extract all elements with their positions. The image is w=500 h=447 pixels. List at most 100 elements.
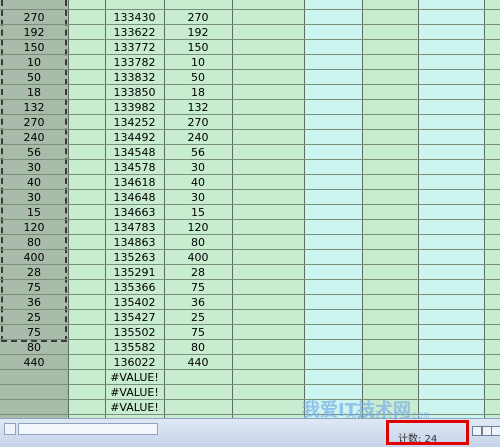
cell-d[interactable]: 150 [164, 40, 232, 55]
table-row: 40 134618 40 [0, 175, 500, 190]
table-row: 18 133850 18 [0, 85, 500, 100]
cell-a[interactable]: 240 [0, 130, 68, 145]
page-break-button[interactable] [491, 426, 500, 436]
table-row [0, 0, 500, 10]
cell-d[interactable] [164, 400, 232, 415]
cell-c[interactable]: 135402 [105, 295, 164, 310]
cell-a[interactable]: 10 [0, 55, 68, 70]
cell-a[interactable]: 120 [0, 220, 68, 235]
cell-d[interactable]: 132 [164, 100, 232, 115]
cell-a[interactable]: 80 [0, 235, 68, 250]
cell-c[interactable]: 134863 [105, 235, 164, 250]
cell-c[interactable]: 133772 [105, 40, 164, 55]
cell-d[interactable]: 40 [164, 175, 232, 190]
cell-d[interactable]: 192 [164, 25, 232, 40]
cell-c[interactable]: 135582 [105, 340, 164, 355]
cell-a[interactable]: 25 [0, 310, 68, 325]
table-row: 10 133782 10 [0, 55, 500, 70]
cell-d[interactable]: 36 [164, 295, 232, 310]
cell-c[interactable]: 134648 [105, 190, 164, 205]
horizontal-scrollbar[interactable] [18, 423, 158, 435]
cell-a[interactable]: 150 [0, 40, 68, 55]
table-row: 240 134492 240 [0, 130, 500, 145]
table-row: 80 134863 80 [0, 235, 500, 250]
cell-a[interactable]: 30 [0, 190, 68, 205]
cell-d[interactable]: 15 [164, 205, 232, 220]
cell-c[interactable]: 134492 [105, 130, 164, 145]
cell-a[interactable]: 50 [0, 70, 68, 85]
cell-a[interactable] [0, 0, 68, 10]
cell-c[interactable]: 134618 [105, 175, 164, 190]
cell-a[interactable]: 40 [0, 175, 68, 190]
normal-view-button[interactable] [472, 426, 482, 436]
table-row: 56 134548 56 [0, 145, 500, 160]
cell-c[interactable]: 135291 [105, 265, 164, 280]
cell-d[interactable]: 75 [164, 325, 232, 340]
cell-c[interactable]: 133430 [105, 10, 164, 25]
cell-a[interactable]: 400 [0, 250, 68, 265]
cell-c[interactable]: 135366 [105, 280, 164, 295]
cell-c[interactable]: #VALUE! [105, 400, 164, 415]
cell-c[interactable]: 133832 [105, 70, 164, 85]
cell-d[interactable]: 240 [164, 130, 232, 145]
scroll-left-arrow[interactable] [4, 423, 16, 435]
table-row: 440 136022 440 [0, 355, 500, 370]
cell-d[interactable]: 10 [164, 55, 232, 70]
cell-c[interactable]: 135427 [105, 310, 164, 325]
cell-c[interactable]: 133622 [105, 25, 164, 40]
cell-d[interactable]: 440 [164, 355, 232, 370]
cell-d[interactable]: 30 [164, 160, 232, 175]
cell-a[interactable]: 15 [0, 205, 68, 220]
cell-c[interactable]: 134548 [105, 145, 164, 160]
cell-d[interactable] [164, 0, 232, 10]
cell-d[interactable] [164, 370, 232, 385]
cell-a[interactable] [0, 400, 68, 415]
cell-c[interactable] [105, 0, 164, 10]
cell-d[interactable] [164, 385, 232, 400]
cell-d[interactable]: 56 [164, 145, 232, 160]
cell-d[interactable]: 30 [164, 190, 232, 205]
cell-d[interactable]: 80 [164, 235, 232, 250]
cell-a[interactable]: 270 [0, 10, 68, 25]
cell-d[interactable]: 18 [164, 85, 232, 100]
table-row: 25 135427 25 [0, 310, 500, 325]
cell-a[interactable] [0, 370, 68, 385]
cell-c[interactable]: 134663 [105, 205, 164, 220]
cell-a[interactable]: 18 [0, 85, 68, 100]
cell-d[interactable]: 75 [164, 280, 232, 295]
cell-c[interactable]: #VALUE! [105, 370, 164, 385]
cell-d[interactable]: 270 [164, 10, 232, 25]
cell-a[interactable]: 80 [0, 340, 68, 355]
cell-a[interactable]: 56 [0, 145, 68, 160]
cell-c[interactable]: 134252 [105, 115, 164, 130]
cell-c[interactable]: 134783 [105, 220, 164, 235]
cell-c[interactable]: 134578 [105, 160, 164, 175]
cell-d[interactable]: 50 [164, 70, 232, 85]
cell-a[interactable]: 270 [0, 115, 68, 130]
cell-c[interactable]: 136022 [105, 355, 164, 370]
cell-a[interactable]: 75 [0, 280, 68, 295]
cell-d[interactable]: 80 [164, 340, 232, 355]
cell-d[interactable]: 120 [164, 220, 232, 235]
cell-a[interactable]: 132 [0, 100, 68, 115]
cell-a[interactable]: 75 [0, 325, 68, 340]
spreadsheet-grid[interactable]: 270 133430 270 192 133622 192 150 133772 150 10 13… [0, 0, 500, 418]
cell-a[interactable]: 440 [0, 355, 68, 370]
cell-a[interactable] [0, 385, 68, 400]
cell-c[interactable]: 135502 [105, 325, 164, 340]
cell-c[interactable]: #VALUE! [105, 385, 164, 400]
cell-a[interactable]: 30 [0, 160, 68, 175]
cell-c[interactable]: 135263 [105, 250, 164, 265]
cell-d[interactable]: 28 [164, 265, 232, 280]
cell-c[interactable]: 133782 [105, 55, 164, 70]
cell-a[interactable]: 28 [0, 265, 68, 280]
cell-a[interactable]: 36 [0, 295, 68, 310]
table-row: 192 133622 192 [0, 25, 500, 40]
cell-a[interactable]: 192 [0, 25, 68, 40]
table-row: 15 134663 15 [0, 205, 500, 220]
cell-d[interactable]: 270 [164, 115, 232, 130]
cell-c[interactable]: 133982 [105, 100, 164, 115]
cell-d[interactable]: 400 [164, 250, 232, 265]
cell-c[interactable]: 133850 [105, 85, 164, 100]
cell-d[interactable]: 25 [164, 310, 232, 325]
